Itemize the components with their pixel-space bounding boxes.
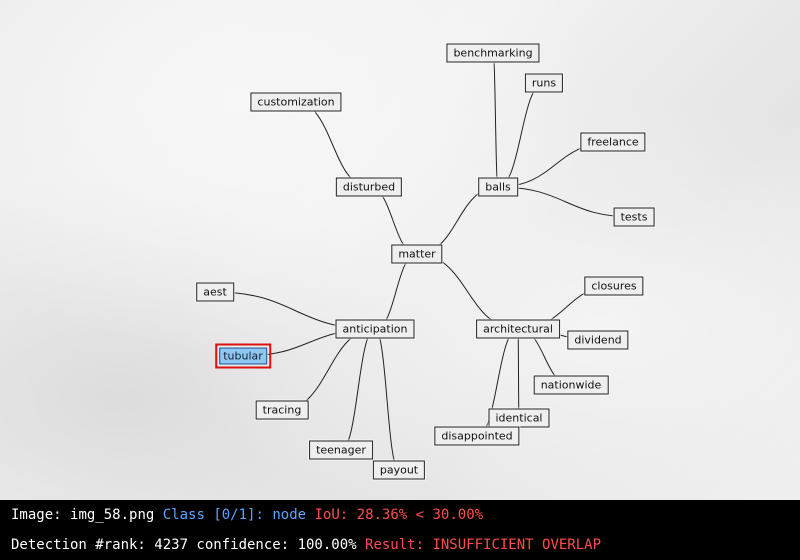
node-dividend[interactable]: dividend (567, 330, 629, 350)
node-closures[interactable]: closures (584, 276, 644, 296)
rank-text: Detection #rank: 4237 confidence: 100.00… (11, 537, 357, 553)
edge-anticipation-teenager (340, 328, 376, 451)
node-architectural[interactable]: architectural (476, 319, 560, 339)
result-text: Result: INSUFFICIENT OVERLAP (365, 537, 602, 553)
node-aest[interactable]: aest (196, 282, 234, 302)
class-name: node (272, 507, 307, 523)
node-identical[interactable]: identical (488, 408, 550, 428)
edge-disturbed-customization (295, 101, 370, 188)
iou-text: IoU: 28.36% < 30.00% (314, 507, 484, 523)
node-tubular[interactable]: tubular (215, 343, 271, 369)
status-bar: Image: img_58.png Class [0/1]: node IoU:… (0, 500, 800, 560)
node-disappointed[interactable]: disappointed (434, 426, 520, 446)
node-balls[interactable]: balls (478, 177, 518, 197)
node-tests[interactable]: tests (613, 207, 655, 227)
edge-matter-architectural (416, 253, 519, 330)
edge-matter-anticipation (374, 253, 418, 330)
edge-balls-runs (497, 82, 545, 188)
image-label: Image: (11, 507, 62, 523)
node-runs[interactable]: runs (524, 73, 564, 93)
node-tracing[interactable]: tracing (255, 400, 309, 420)
edge-architectural-identical (517, 328, 520, 419)
edge-balls-benchmarking (492, 52, 499, 188)
node-anticipation[interactable]: anticipation (335, 319, 415, 339)
status-line-2: Detection #rank: 4237 confidence: 100.00… (11, 537, 601, 553)
node-matter[interactable]: matter (391, 244, 443, 264)
node-payout[interactable]: payout (372, 460, 426, 480)
node-freelance[interactable]: freelance (580, 132, 646, 152)
diagram-canvas: matter disturbed customization balls benchma… (0, 0, 800, 500)
node-teenager[interactable]: teenager (309, 440, 373, 460)
node-benchmarking[interactable]: benchmarking (446, 43, 540, 63)
node-customization[interactable]: customization (250, 92, 342, 112)
node-nationwide[interactable]: nationwide (533, 375, 609, 395)
class-text: Class [0/1]: (162, 507, 264, 523)
status-line-1: Image: img_58.png Class [0/1]: node IoU:… (11, 507, 483, 523)
node-disturbed[interactable]: disturbed (335, 177, 403, 197)
edge-anticipation-payout (374, 328, 400, 471)
image-name: img_58.png (70, 507, 155, 523)
